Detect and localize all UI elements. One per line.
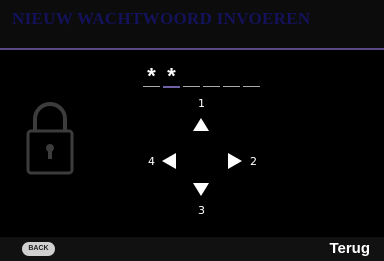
arrow-left-icon[interactable] [162,153,176,169]
password-digit-3 [183,66,200,87]
password-dialog: NIEUW WACHTWOORD INVOEREN * * 1 4 2 3 BA… [0,0,384,261]
key-down-number: 3 [198,204,205,217]
header-divider [0,48,384,50]
dialog-footer: BACK Terug [0,237,384,261]
dialog-title: NIEUW WACHTWOORD INVOEREN [12,9,311,28]
password-field[interactable]: * * [143,66,262,91]
lock-icon [26,102,74,175]
key-right-number: 2 [250,155,257,168]
password-digit-4 [203,66,220,87]
back-label: Terug [329,240,370,257]
key-left-number: 4 [148,155,155,168]
password-digit-5 [223,66,240,87]
arrow-up-icon[interactable] [193,118,209,131]
arrow-down-icon[interactable] [193,183,209,196]
password-digit-2: * [163,66,180,91]
dialog-header: NIEUW WACHTWOORD INVOEREN [0,0,384,49]
back-button[interactable]: BACK [22,242,55,256]
password-digit-6 [243,66,260,87]
password-digit-1: * [143,66,160,91]
key-up-number: 1 [198,97,205,110]
arrow-right-icon[interactable] [228,153,242,169]
